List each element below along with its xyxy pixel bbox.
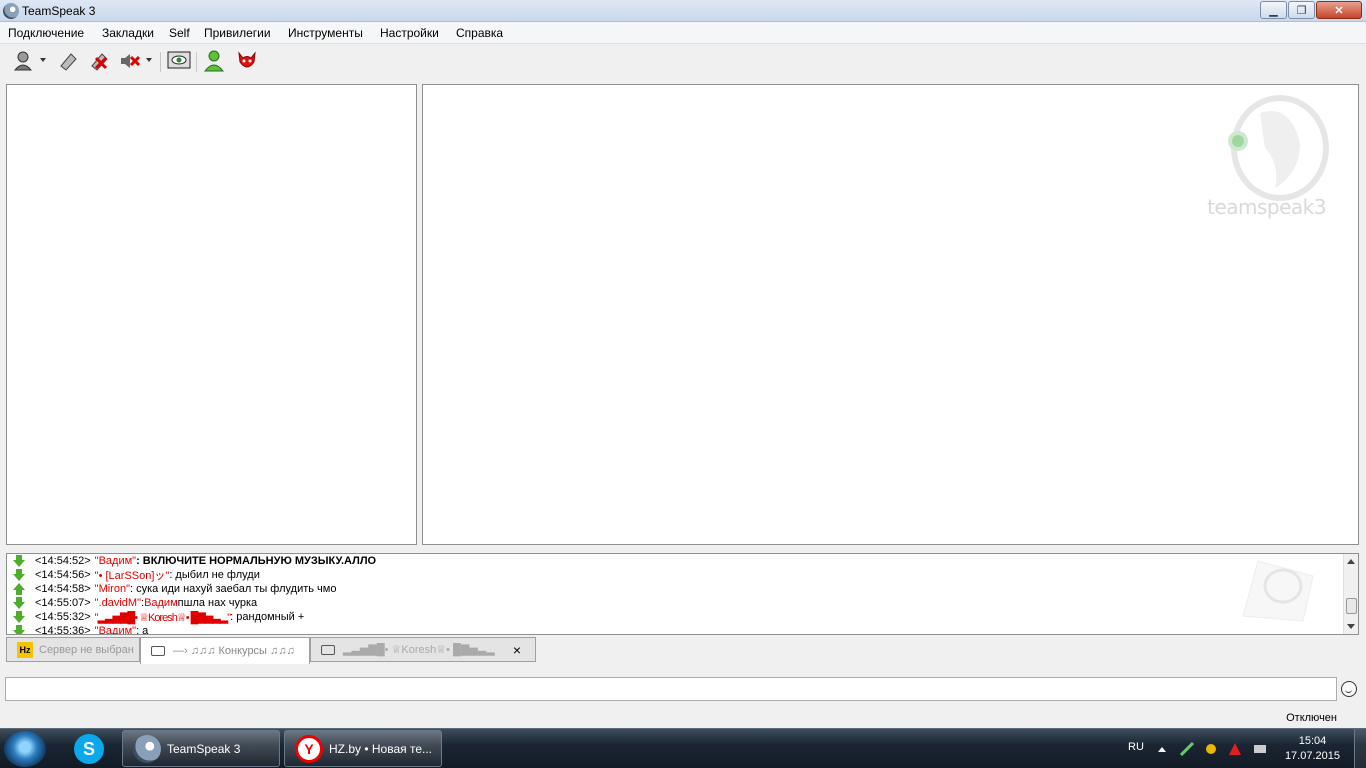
close-tab-icon[interactable]: × <box>513 642 521 658</box>
taskbar: S TeamSpeak 3 Y HZ.by • Новая те... RU 1… <box>0 728 1366 768</box>
speaker-mute-icon <box>121 54 141 68</box>
chat-line: <14:55:36> "Вадим" : а <box>13 624 148 634</box>
task-teamspeak[interactable]: TeamSpeak 3 <box>122 730 280 767</box>
network-check-icon[interactable] <box>1180 742 1194 756</box>
arrow-down-icon <box>13 555 25 567</box>
maximize-button[interactable]: ❐ <box>1288 1 1315 19</box>
connection-status: Отключен <box>1286 712 1337 724</box>
chat-bubble-icon <box>321 644 335 655</box>
contacts-button[interactable] <box>203 49 227 73</box>
toolbar-separator <box>196 52 197 72</box>
clock-date: 17.07.2015 <box>1284 750 1340 762</box>
close-button[interactable]: ✕ <box>1316 1 1362 19</box>
hz-icon: Hz <box>17 641 33 658</box>
channel-tree[interactable] <box>6 84 417 545</box>
toolbar <box>0 44 1366 78</box>
emoji-icon[interactable] <box>1341 681 1357 697</box>
chat-line: <14:54:56> "• [LarSSon]ッ" : дыбил не флу… <box>13 568 260 582</box>
connect-button[interactable] <box>12 49 46 73</box>
arrow-down-icon <box>13 625 25 634</box>
dropdown-arrow-icon[interactable] <box>146 58 152 62</box>
settings-icon[interactable] <box>1204 742 1218 756</box>
arrow-down-icon <box>13 597 25 609</box>
connect-icon <box>13 51 33 71</box>
monitor-eye-icon <box>167 51 191 69</box>
scroll-up-icon[interactable] <box>1347 559 1355 564</box>
chat-line: <14:54:52> "Вадим" : ВКЛЮЧИТЕ НОРМАЛЬНУЮ… <box>13 554 376 568</box>
chat-line: <14:54:58> "Miron" : сука иди нахуй заеб… <box>13 582 336 596</box>
chat-input[interactable] <box>5 677 1337 701</box>
bookmark-button[interactable] <box>56 49 80 73</box>
menu-permissions[interactable]: Привилегии <box>204 26 271 40</box>
window-title: TeamSpeak 3 <box>22 4 96 18</box>
task-browser[interactable]: Y HZ.by • Новая те... <box>284 730 442 767</box>
server-info-panel: teamspeak3 <box>422 84 1359 545</box>
menu-bookmarks[interactable]: Закладки <box>102 26 154 40</box>
chat-log[interactable]: <14:54:52> "Вадим" : ВКЛЮЧИТЕ НОРМАЛЬНУЮ… <box>6 553 1359 635</box>
toolbar-separator <box>160 52 161 72</box>
tab-private-chat[interactable]: ▂▃▅▇█• ♕Koresh♕• █▇▅▃▂ × <box>310 637 536 662</box>
title-bar: TeamSpeak 3 ▁ ❐ ✕ <box>0 0 1366 22</box>
dropdown-arrow-icon[interactable] <box>40 58 46 62</box>
show-desktop-button[interactable] <box>1354 729 1366 768</box>
warning-icon[interactable] <box>1228 742 1242 756</box>
teamspeak-logo-text: teamspeak3 <box>1207 195 1326 219</box>
chat-line: <14:55:32> "▂▃▅▇█• ♕Koresh♕• █▇▅▃▂" : ра… <box>13 610 304 624</box>
disconnect-icon <box>91 53 108 71</box>
skype-icon[interactable]: S <box>74 734 104 764</box>
red-devil-icon <box>238 51 256 68</box>
menu-settings[interactable]: Настройки <box>380 26 439 40</box>
arrow-up-icon <box>13 583 25 595</box>
bookmark-icon <box>60 53 77 71</box>
chat-scrollbar[interactable] <box>1343 554 1358 634</box>
mute-button[interactable] <box>118 49 152 73</box>
chat-line: <14:55:07> ".davidM" : Вадим пшла нах чу… <box>13 596 257 610</box>
menu-tools[interactable]: Инструменты <box>288 26 363 40</box>
avatar-button[interactable] <box>235 49 259 73</box>
teamspeak-watermark-icon <box>1242 560 1314 622</box>
window-controls: ▁ ❐ ✕ <box>1260 1 1362 19</box>
scroll-thumb[interactable] <box>1346 598 1357 614</box>
menu-connection[interactable]: Подключение <box>8 26 84 40</box>
teamspeak-icon <box>133 734 161 763</box>
arrow-down-icon <box>13 611 25 623</box>
away-button[interactable] <box>167 49 191 73</box>
menu-bar: Подключение Закладки Self Привилегии Инс… <box>0 22 1366 44</box>
tab-server[interactable]: Hz Сервер не выбран <box>6 637 140 662</box>
language-indicator[interactable]: RU <box>1128 741 1144 768</box>
chat-bubble-icon <box>151 646 165 656</box>
menu-self[interactable]: Self <box>169 26 190 40</box>
yandex-browser-icon: Y <box>295 734 323 763</box>
clock[interactable]: 15:04 17.07.2015 <box>1285 734 1340 764</box>
clock-time: 15:04 <box>1298 735 1327 747</box>
monitor-icon[interactable] <box>1253 742 1267 756</box>
start-button[interactable] <box>4 731 46 767</box>
disconnect-button[interactable] <box>87 49 111 73</box>
show-hidden-icons-icon[interactable] <box>1158 747 1166 752</box>
teamspeak-icon <box>3 3 19 19</box>
user-green-icon <box>204 50 225 72</box>
minimize-button[interactable]: ▁ <box>1260 1 1287 19</box>
arrow-down-icon <box>13 569 25 581</box>
menu-help[interactable]: Справка <box>456 26 503 40</box>
tab-channel[interactable]: —› ♫♫♫ Конкурсы ♫♫♫ <box>140 637 310 664</box>
scroll-down-icon[interactable] <box>1347 624 1355 629</box>
